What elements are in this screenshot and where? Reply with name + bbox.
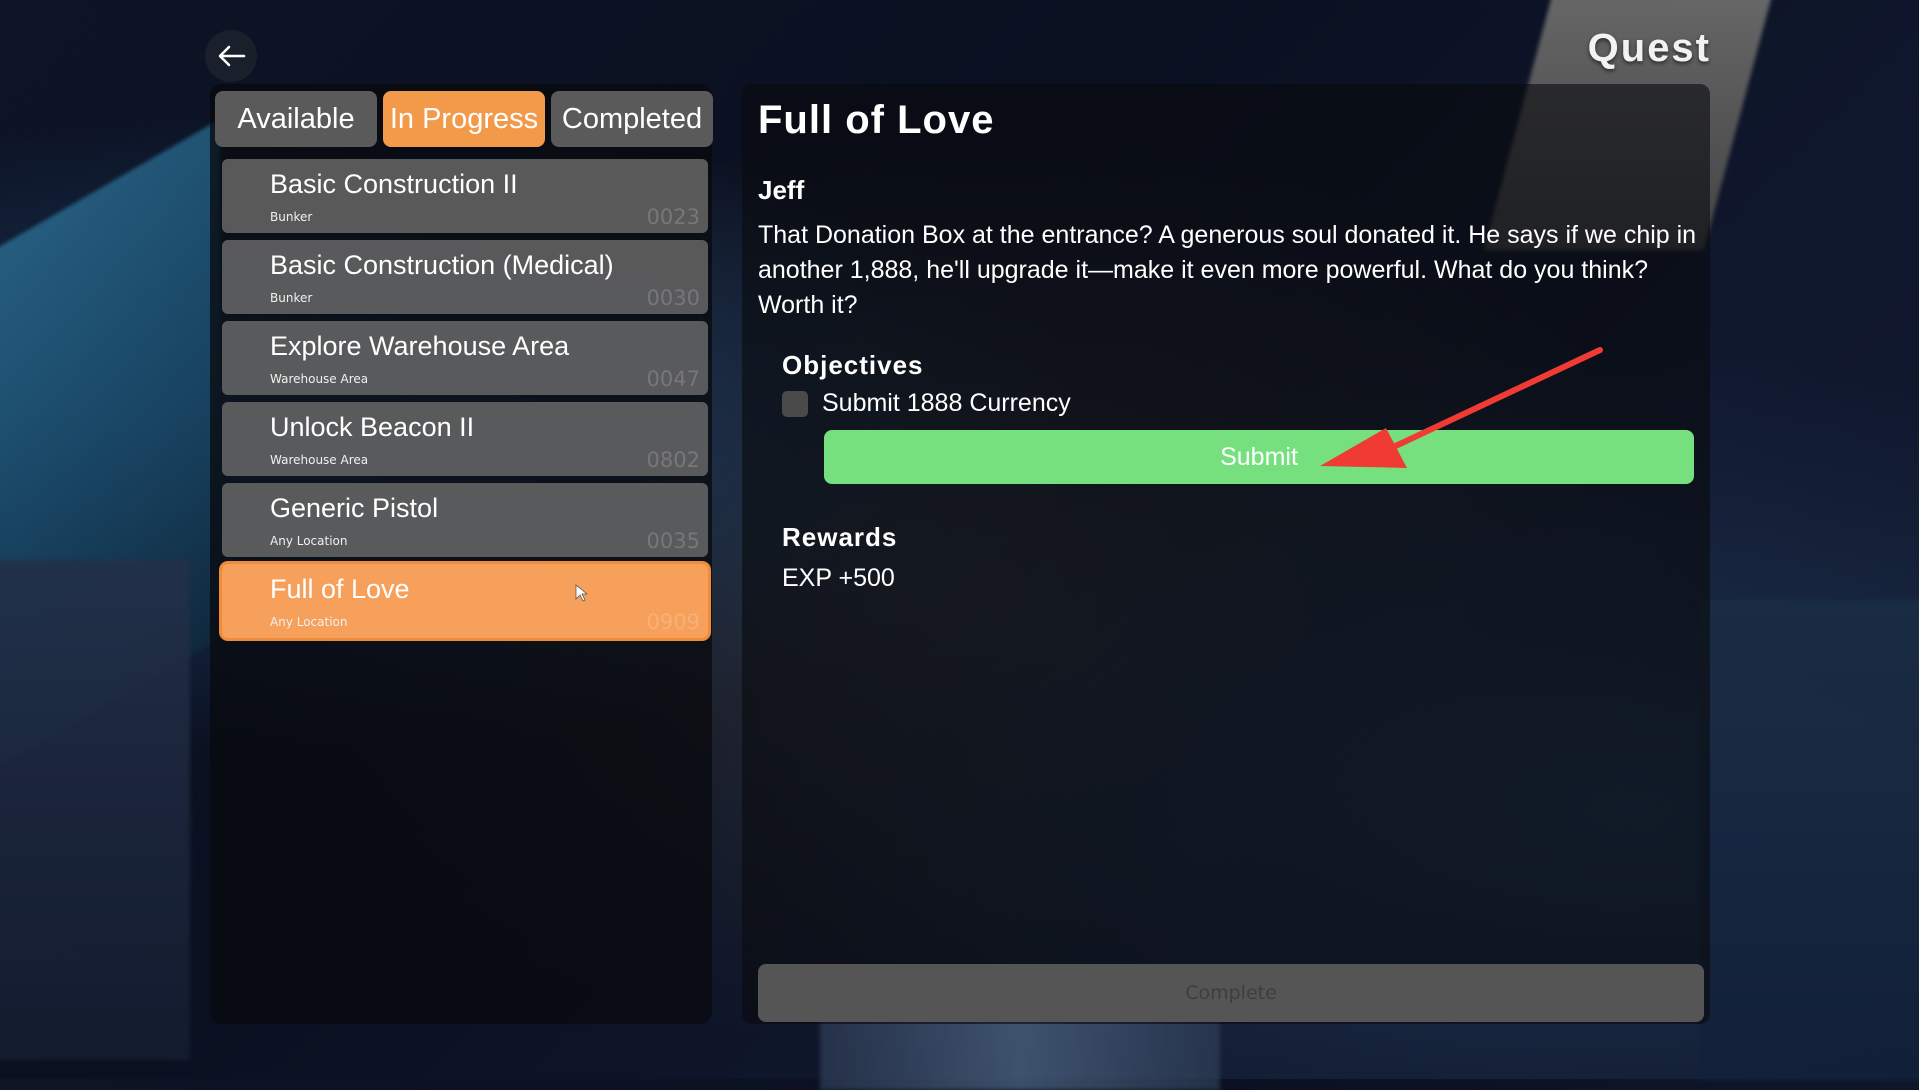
background-floor-right — [1700, 600, 1919, 1080]
quest-name: Full of Love — [270, 574, 410, 604]
quest-location: Bunker — [270, 291, 313, 305]
quest-location: Warehouse Area — [270, 372, 369, 386]
quest-location: Bunker — [270, 210, 313, 224]
tab-available[interactable]: Available — [215, 91, 377, 147]
quest-id: 0047 — [646, 367, 700, 391]
rewards-heading: Rewards — [782, 522, 898, 552]
quest-item[interactable]: Basic Construction (Medical) Bunker 0030 — [222, 240, 708, 314]
tab-completed[interactable]: Completed — [551, 91, 713, 147]
quest-detail-panel: Full of Love Jeff That Donation Box at t… — [742, 84, 1710, 1024]
quest-dialogue: That Donation Box at the entrance? A gen… — [758, 221, 1697, 319]
complete-button[interactable]: Complete — [758, 964, 1704, 1022]
objective-checkbox — [782, 390, 808, 417]
quest-title: Full of Love — [758, 98, 995, 142]
background-strip — [820, 1020, 1220, 1090]
quest-item-selected[interactable]: Full of Love Any Location 0909 — [222, 564, 708, 638]
objective-row: Submit 1888 Currency — [782, 389, 1071, 418]
quest-location: Warehouse Area — [270, 453, 369, 467]
quest-id: 0030 — [646, 286, 700, 310]
objectives-heading: Objectives — [782, 350, 924, 380]
quest-name: Basic Construction II — [270, 169, 518, 199]
quest-id: 0023 — [646, 205, 700, 229]
reward-item: EXP +500 — [782, 564, 895, 592]
quest-location: Any Location — [270, 615, 348, 629]
background-floor-left — [0, 560, 190, 1060]
npc-name: Jeff — [758, 175, 805, 205]
quest-name: Basic Construction (Medical) — [270, 250, 614, 280]
screen-title: Quest — [1587, 26, 1711, 70]
back-button[interactable] — [205, 30, 257, 82]
quest-id: 0909 — [646, 610, 700, 634]
quest-item[interactable]: Unlock Beacon II Warehouse Area 0802 — [222, 402, 708, 476]
quest-item[interactable]: Generic Pistol Any Location 0035 — [222, 483, 708, 557]
quest-item[interactable]: Explore Warehouse Area Warehouse Area 00… — [222, 321, 708, 395]
quest-tabs: Available In Progress Completed — [215, 91, 713, 147]
quest-list-panel: Available In Progress Completed Basic Co… — [210, 84, 713, 1024]
quest-name: Generic Pistol — [270, 493, 439, 523]
quest-name: Unlock Beacon II — [270, 412, 475, 442]
arrow-left-icon — [218, 45, 246, 67]
tab-in-progress[interactable]: In Progress — [383, 91, 545, 147]
quest-item[interactable]: Basic Construction II Bunker 0023 — [222, 159, 708, 233]
quest-id: 0035 — [646, 529, 700, 553]
submit-button[interactable]: Submit — [824, 430, 1694, 484]
mouse-pointer-icon — [575, 584, 589, 602]
quest-location: Any Location — [270, 534, 348, 548]
quest-list: Basic Construction II Bunker 0023 Basic … — [222, 159, 708, 645]
quest-name: Explore Warehouse Area — [270, 331, 570, 361]
objective-text: Submit 1888 Currency — [822, 389, 1071, 417]
quest-id: 0802 — [646, 448, 700, 472]
